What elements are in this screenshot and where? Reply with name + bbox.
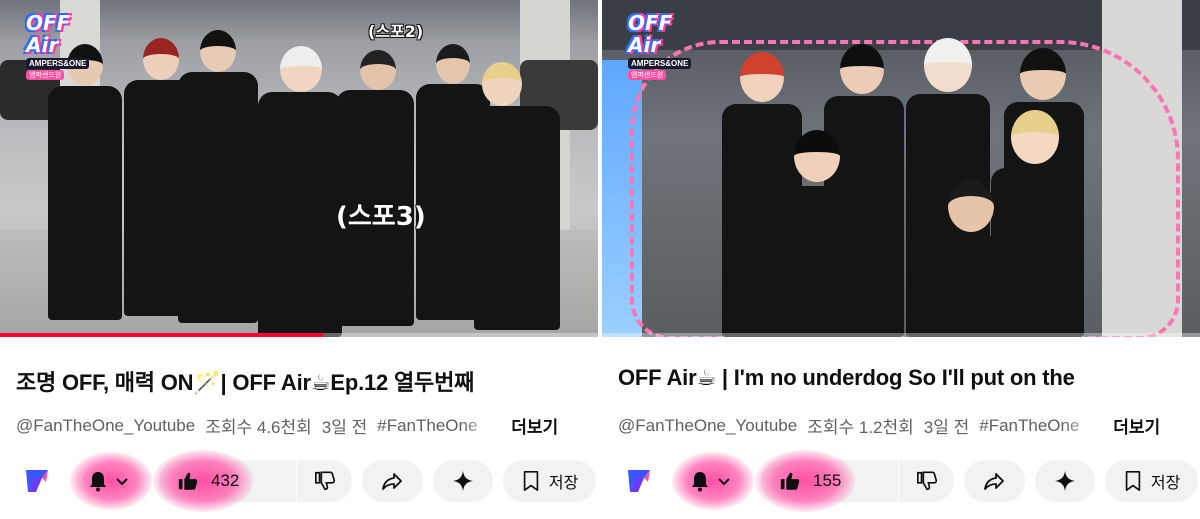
badge-title: OFF Air bbox=[628, 11, 673, 57]
person bbox=[172, 28, 264, 323]
thumbs-up-icon bbox=[779, 470, 801, 492]
like-button[interactable]: 155 bbox=[755, 450, 899, 512]
action-bar: 432 저장 bbox=[16, 450, 598, 512]
badge-subtitle: AMPERS&ONE bbox=[26, 58, 90, 69]
save-label: 저장 bbox=[548, 475, 579, 492]
video-card-left: OFF Air AMPERS&ONE 앰퍼샌드원 (스포2) (스포3) 조명 … bbox=[0, 0, 598, 519]
badge-subtitle-korean: 앰퍼샌드원 bbox=[26, 70, 65, 80]
video-card-right: OFF Air AMPERS&ONE 앰퍼샌드원 OFF Air☕ | I'm … bbox=[602, 0, 1200, 519]
channel-handle[interactable]: @FanTheOne_Youtube bbox=[618, 416, 797, 436]
upload-age: 3일 전 bbox=[923, 418, 970, 437]
channel-logo bbox=[25, 470, 48, 492]
caption-spoiler-2: (스포2) bbox=[368, 22, 424, 41]
share-icon bbox=[982, 469, 1006, 493]
video-title[interactable]: OFF Air☕ | I'm no underdog So I'll put o… bbox=[618, 365, 1188, 391]
upload-age: 3일 전 bbox=[321, 418, 368, 437]
more-button[interactable]: 더보기 bbox=[511, 413, 558, 438]
channel-handle[interactable]: @FanTheOne_Youtube bbox=[16, 416, 195, 436]
share-button[interactable] bbox=[362, 460, 423, 502]
video-metadata: @FanTheOne_Youtube 조회수 1.2천회 3일 전 #FanTh… bbox=[618, 413, 1188, 438]
bookmark-icon bbox=[521, 470, 541, 492]
off-air-badge: OFF Air AMPERS&ONE 앰퍼샌드원 bbox=[628, 11, 700, 80]
share-button[interactable] bbox=[964, 460, 1025, 502]
person bbox=[772, 130, 862, 337]
action-bar: 155 저장 bbox=[618, 450, 1200, 512]
video-thumbnail[interactable]: OFF Air AMPERS&ONE 앰퍼샌드원 bbox=[602, 0, 1200, 337]
thumbs-down-icon bbox=[314, 470, 336, 492]
person bbox=[932, 180, 1012, 337]
video-thumbnail[interactable]: OFF Air AMPERS&ONE 앰퍼샌드원 (스포2) (스포3) bbox=[0, 0, 598, 337]
video-title[interactable]: 조명 OFF, 매력 ON🪄| OFF Air☕Ep.12 열두번째 bbox=[16, 365, 586, 397]
badge-subtitle-korean: 앰퍼샌드원 bbox=[628, 70, 667, 80]
video-metadata: @FanTheOne_Youtube 조회수 4.6천회 3일 전 #FanTh… bbox=[16, 413, 586, 438]
sparkle-icon bbox=[1054, 470, 1076, 492]
more-button[interactable]: 더보기 bbox=[1113, 413, 1160, 438]
save-button[interactable]: 저장 bbox=[1105, 460, 1198, 502]
sparkle-icon bbox=[452, 470, 474, 492]
save-button[interactable]: 저장 bbox=[503, 460, 596, 502]
highlight-glow bbox=[671, 452, 754, 510]
progress-bar[interactable] bbox=[602, 333, 1200, 337]
remix-button[interactable] bbox=[1034, 460, 1096, 502]
progress-bar[interactable] bbox=[0, 333, 598, 337]
view-count: 조회수 4.6천회 bbox=[205, 418, 312, 437]
like-count: 432 bbox=[211, 471, 240, 490]
like-button[interactable]: 432 bbox=[153, 450, 297, 512]
person bbox=[40, 40, 130, 320]
channel-logo bbox=[627, 470, 650, 492]
channel-avatar[interactable] bbox=[16, 460, 58, 502]
hashtag[interactable]: #FanTheOne bbox=[979, 416, 1099, 436]
highlight-glow bbox=[69, 452, 152, 510]
subscription-bell-button[interactable] bbox=[670, 452, 754, 510]
chevron-down-icon bbox=[114, 473, 130, 489]
subscription-bell-button[interactable] bbox=[68, 452, 152, 510]
thumbs-up-icon bbox=[177, 470, 199, 492]
share-icon bbox=[380, 469, 404, 493]
badge-title: OFF Air bbox=[26, 11, 71, 57]
caption-spoiler-3: (스포3) bbox=[336, 202, 426, 232]
thumbs-down-icon bbox=[916, 470, 938, 492]
channel-avatar[interactable] bbox=[618, 460, 660, 502]
chevron-down-icon bbox=[716, 473, 732, 489]
hashtag[interactable]: #FanTheOne bbox=[377, 416, 497, 436]
off-air-badge: OFF Air AMPERS&ONE 앰퍼샌드원 bbox=[26, 11, 98, 80]
badge-subtitle: AMPERS&ONE bbox=[628, 58, 692, 69]
view-count: 조회수 1.2천회 bbox=[807, 418, 914, 437]
save-label: 저장 bbox=[1150, 475, 1181, 492]
like-count: 155 bbox=[813, 471, 842, 490]
bookmark-icon bbox=[1123, 470, 1143, 492]
dislike-button[interactable] bbox=[899, 460, 955, 502]
person bbox=[330, 46, 420, 326]
progress-bar-fill bbox=[0, 333, 323, 337]
bell-icon bbox=[86, 469, 110, 493]
bell-icon bbox=[688, 469, 712, 493]
remix-button[interactable] bbox=[432, 460, 494, 502]
person bbox=[462, 60, 572, 330]
dislike-button[interactable] bbox=[297, 460, 353, 502]
